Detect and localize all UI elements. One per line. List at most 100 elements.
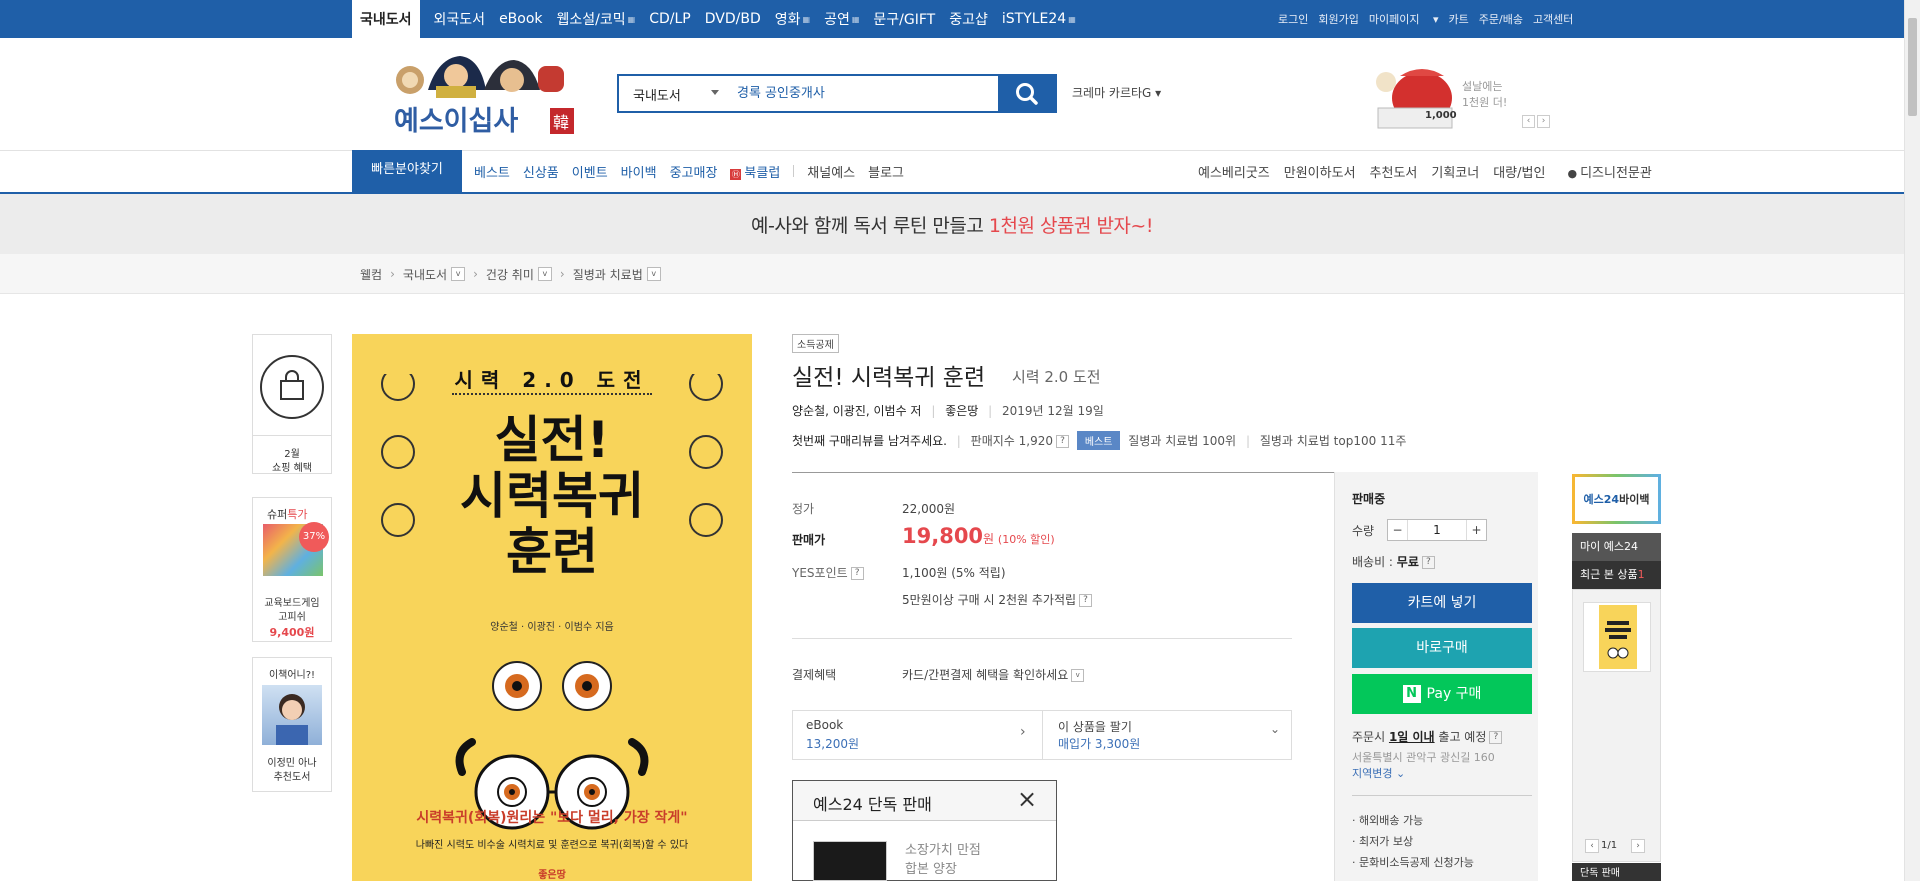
help-link[interactable]: 고객센터: [1533, 11, 1573, 27]
mypage-link[interactable]: 마이페이지 ▾: [1369, 11, 1439, 27]
order-days: 1일 이내: [1388, 730, 1435, 744]
region-label: 지역변경: [1352, 767, 1393, 780]
nav-used-store[interactable]: 중고매장: [670, 162, 718, 181]
cart-link[interactable]: 카트: [1449, 11, 1469, 27]
close-icon[interactable]: ×: [1017, 785, 1037, 813]
nav-best[interactable]: 베스트: [474, 162, 510, 181]
search-category-select[interactable]: 국내도서: [633, 85, 681, 104]
recommend-card[interactable]: 이책어니?! 이정민 아나 추천도서: [252, 657, 332, 792]
npay-button[interactable]: N Pay 구매: [1352, 674, 1532, 714]
mickey-icon: ●: [1567, 166, 1578, 180]
banner-highlight: 1천원 상품권 받자~!: [988, 215, 1154, 237]
nav-buyback[interactable]: 바이백: [621, 162, 657, 181]
search-button[interactable]: [998, 74, 1057, 113]
ebook-link[interactable]: eBook 13,200원 ›: [792, 710, 1041, 760]
help-icon[interactable]: ?: [1421, 556, 1435, 569]
delivery-estimate: 주문시 1일 이내 출고 예정?: [1352, 728, 1503, 745]
my-yes24-link[interactable]: 마이 예스24: [1572, 533, 1661, 561]
event-banner[interactable]: 예-사와 함께 독서 루틴 만들고 1천원 상품권 받자~!: [0, 194, 1904, 254]
change-region-link[interactable]: 지역변경 ⌄: [1352, 765, 1405, 781]
chevron-down-icon[interactable]: v: [451, 267, 466, 281]
nav-planning[interactable]: 기획코너: [1431, 162, 1479, 181]
rank-link[interactable]: 질병과 치료법 100위: [1128, 434, 1236, 448]
submenu-icon: ▦: [627, 14, 636, 24]
topnav-domestic-books[interactable]: 국내도서: [352, 0, 420, 38]
exclusive-sale-tab[interactable]: 단독 판매: [1572, 863, 1661, 881]
buyback-banner[interactable]: 예스24바이백: [1572, 474, 1661, 524]
payment-benefit[interactable]: 카드/간편결제 혜택을 확인하세요 v: [902, 666, 1085, 683]
decrease-button[interactable]: −: [1388, 520, 1408, 540]
topnav-webnovel[interactable]: 웹소설/코믹 ▦: [557, 0, 636, 38]
topnav-performance[interactable]: 공연 ▦: [824, 0, 859, 38]
nav-under-10000[interactable]: 만원이하도서: [1284, 162, 1356, 181]
quantity-value[interactable]: 1: [1408, 520, 1466, 540]
topnav-cdlp[interactable]: CD/LP: [649, 0, 691, 38]
site-logo[interactable]: 예스이십사 韓: [392, 50, 578, 138]
increase-button[interactable]: +: [1466, 520, 1486, 540]
promo-banner[interactable]: 1,000 설날에는 1천원 더!: [1370, 52, 1540, 134]
help-icon[interactable]: ?: [1056, 435, 1070, 448]
order-link[interactable]: 주문/배송: [1479, 11, 1523, 27]
crumb-domestic[interactable]: 국내도서: [403, 266, 447, 283]
order-post: 출고 예정: [1434, 730, 1487, 744]
exclusive-book-thumbnail[interactable]: [813, 841, 887, 881]
super-deal-card[interactable]: 슈퍼특가 37% 교육보드게임 고피쉬 9,400원: [252, 497, 332, 642]
nav-blog[interactable]: 블로그: [868, 162, 904, 181]
exclusive-sale-popup: 예스24 단독 판매 × 소장가치 만점 합본 양장: [792, 780, 1057, 881]
nav-new[interactable]: 신상품: [523, 162, 559, 181]
product-subtitle: 시력 2.0 도전: [1012, 368, 1101, 386]
nav-bulk[interactable]: 대량/법인: [1493, 162, 1545, 181]
crumb-disease[interactable]: 질병과 치료법: [573, 266, 643, 283]
popup-line1: 소장가치 만점: [905, 843, 981, 858]
author-link[interactable]: 양순철, 이광진, 이범수 저: [792, 404, 921, 418]
promo-amount: 1,000: [1425, 110, 1457, 121]
recent-item[interactable]: [1583, 602, 1651, 672]
sell-label: 이 상품을 팔기: [1058, 720, 1132, 734]
recent-next-button[interactable]: ›: [1631, 839, 1645, 853]
currency-unit: 원: [983, 532, 995, 546]
nav-disney[interactable]: ● 디즈니전문관: [1567, 162, 1651, 181]
topnav-ebook[interactable]: eBook: [499, 0, 542, 38]
nav-event[interactable]: 이벤트: [572, 162, 608, 181]
chevron-down-icon[interactable]: v: [537, 267, 552, 281]
nav-bookclub[interactable]: Ⓗ 북클럽: [730, 162, 780, 181]
recent-prev-button[interactable]: ‹: [1585, 839, 1599, 853]
topnav-foreign-books[interactable]: 외국도서: [434, 0, 486, 38]
scrollbar[interactable]: [1904, 0, 1920, 881]
buy-now-button[interactable]: 바로구매: [1352, 628, 1532, 668]
promo-prev-button[interactable]: ‹: [1522, 115, 1535, 128]
crumb-health[interactable]: 건강 취미: [486, 266, 534, 283]
sell-item-link[interactable]: 이 상품을 팔기 매입가 3,300원 ⌄: [1042, 710, 1292, 760]
publisher-link[interactable]: 좋은땅: [945, 404, 978, 418]
topnav-istyle[interactable]: iSTYLE24 ▦: [1002, 0, 1076, 38]
recent-count: 1: [1637, 568, 1645, 581]
topnav-dvdbd[interactable]: DVD/BD: [705, 0, 761, 38]
quick-category-button[interactable]: 빠른분야찾기: [352, 150, 462, 194]
promo-next-button[interactable]: ›: [1537, 115, 1550, 128]
ebook-price: 13,200원: [806, 737, 860, 751]
add-to-cart-button[interactable]: 카트에 넣기: [1352, 583, 1532, 623]
signup-link[interactable]: 회원가입: [1318, 11, 1358, 27]
recommender-name: 이정민 아나: [267, 758, 317, 769]
crema-link[interactable]: 크레마 카르타G ▾: [1072, 84, 1161, 101]
nav-channel-yes[interactable]: 채널예스: [807, 162, 855, 181]
nav-goods[interactable]: 예스베리굿즈: [1198, 162, 1270, 181]
search-input[interactable]: [737, 84, 997, 99]
chevron-down-icon[interactable]: v: [646, 267, 661, 281]
login-link[interactable]: 로그인: [1278, 11, 1308, 27]
nav-recommended[interactable]: 추천도서: [1370, 162, 1418, 181]
crumb-home[interactable]: 웰컴: [360, 266, 382, 283]
scrollbar-thumb[interactable]: [1908, 18, 1917, 116]
bookclub-icon: Ⓗ: [730, 168, 742, 180]
shopping-benefit-card[interactable]: 2월 쇼핑 혜택: [252, 334, 332, 474]
book-cover[interactable]: 시력 2.0 도전 실전! 시력복귀 훈련 양순철 · 이광진 · 이범수 지음…: [352, 334, 752, 881]
divider: |: [1245, 434, 1250, 448]
help-icon[interactable]: ?: [1079, 594, 1093, 607]
help-icon[interactable]: ?: [1489, 731, 1503, 744]
topnav-used[interactable]: 중고샵: [949, 0, 988, 38]
topnav-movie[interactable]: 영화 ▦: [775, 0, 810, 38]
top-nav: 국내도서 외국도서 eBook 웹소설/코믹 ▦ CD/LP DVD/BD 영화 ▦…: [352, 0, 1090, 38]
help-icon[interactable]: ?: [850, 567, 864, 580]
review-link[interactable]: 첫번째 구매리뷰를 남겨주세요.: [792, 434, 947, 448]
topnav-gift[interactable]: 문구/GIFT: [873, 0, 935, 38]
